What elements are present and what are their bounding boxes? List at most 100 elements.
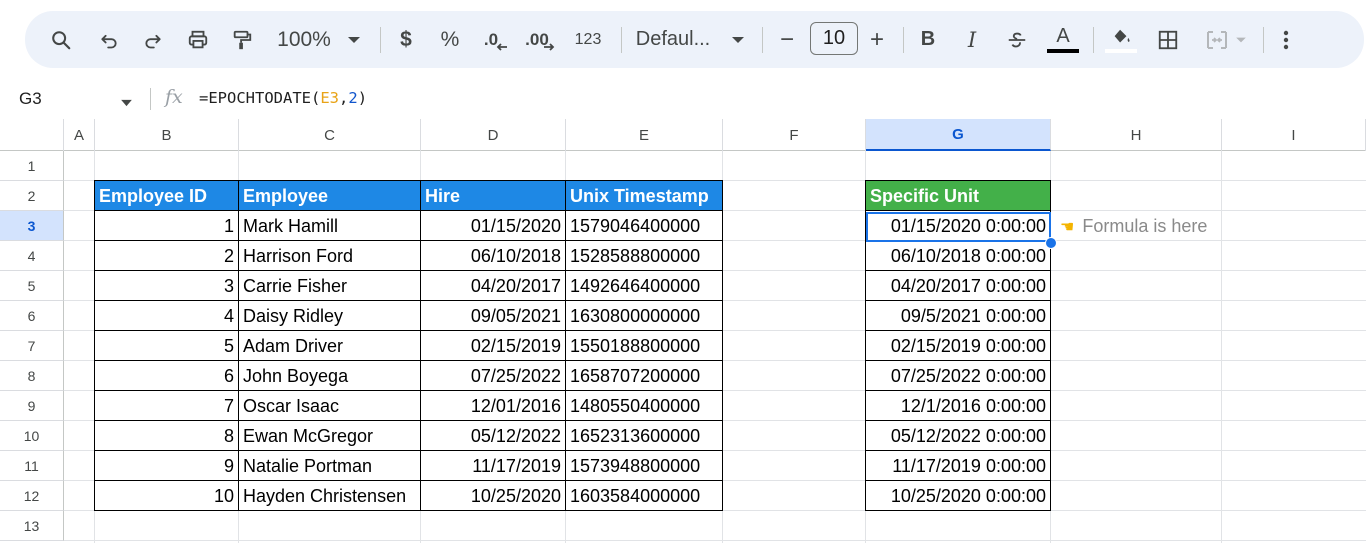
print-icon[interactable] [184, 11, 212, 68]
row-header-9[interactable]: 9 [0, 391, 64, 421]
name-box[interactable]: G3 [19, 89, 42, 109]
table-cell[interactable]: 1492646400000 [566, 271, 723, 301]
chevron-down-icon[interactable] [343, 11, 365, 68]
table-cell[interactable]: Ewan McGregor [239, 421, 421, 451]
table-cell[interactable]: 1550188800000 [566, 331, 723, 361]
table-cell[interactable]: 1480550400000 [566, 391, 723, 421]
row-header-4[interactable]: 4 [0, 241, 64, 271]
table-cell[interactable]: 7 [95, 391, 239, 421]
table-cell[interactable]: 05/12/2022 [421, 421, 566, 451]
undo-icon[interactable] [96, 11, 122, 68]
table-cell[interactable]: 1573948800000 [566, 451, 723, 481]
result-header-cell[interactable]: Specific Unit [866, 181, 1051, 211]
percent-format-button[interactable]: % [437, 11, 463, 68]
table-header-cell[interactable]: Employee [239, 181, 421, 211]
column-header-a[interactable]: A [64, 119, 95, 151]
table-header-cell[interactable]: Employee ID [95, 181, 239, 211]
increase-font-size-button[interactable]: + [864, 11, 890, 68]
table-cell[interactable]: 10 [95, 481, 239, 511]
more-formats-button[interactable]: 123 [570, 11, 606, 68]
row-header-5[interactable]: 5 [0, 271, 64, 301]
increase-decimal-button[interactable]: .00 [522, 11, 558, 68]
result-cell[interactable]: 01/15/2020 0:00:00 [866, 211, 1051, 241]
table-cell[interactable]: Harrison Ford [239, 241, 421, 271]
table-cell[interactable]: Mark Hamill [239, 211, 421, 241]
table-cell[interactable]: Hayden Christensen [239, 481, 421, 511]
fill-color-icon[interactable] [1105, 11, 1137, 68]
result-cell[interactable]: 05/12/2022 0:00:00 [866, 421, 1051, 451]
row-header-3[interactable]: 3 [0, 211, 64, 241]
row-header-13[interactable]: 13 [0, 511, 64, 541]
table-cell[interactable]: 09/05/2021 [421, 301, 566, 331]
font-chevron-down-icon[interactable] [727, 11, 749, 68]
table-cell[interactable]: 2 [95, 241, 239, 271]
row-header-7[interactable]: 7 [0, 331, 64, 361]
merge-cells-icon[interactable] [1201, 11, 1251, 68]
result-cell[interactable]: 02/15/2019 0:00:00 [866, 331, 1051, 361]
table-cell[interactable]: 1579046400000 [566, 211, 723, 241]
table-cell[interactable]: 5 [95, 331, 239, 361]
table-cell[interactable]: 4 [95, 301, 239, 331]
redo-icon[interactable] [140, 11, 166, 68]
row-header-6[interactable]: 6 [0, 301, 64, 331]
table-cell[interactable]: 1 [95, 211, 239, 241]
text-color-button[interactable]: A [1046, 11, 1080, 68]
table-cell[interactable]: 1528588800000 [566, 241, 723, 271]
table-cell[interactable]: 10/25/2020 [421, 481, 566, 511]
decrease-font-size-button[interactable]: − [774, 11, 800, 68]
column-header-c[interactable]: C [239, 119, 421, 151]
select-all-corner[interactable] [0, 119, 64, 151]
table-cell[interactable]: 1630800000000 [566, 301, 723, 331]
table-cell[interactable]: 6 [95, 361, 239, 391]
result-cell[interactable]: 12/1/2016 0:00:00 [866, 391, 1051, 421]
zoom-select[interactable]: 100% [273, 11, 335, 68]
table-header-cell[interactable]: Unix Timestamp [566, 181, 723, 211]
table-cell[interactable]: 11/17/2019 [421, 451, 566, 481]
column-header-f[interactable]: F [723, 119, 866, 151]
table-cell[interactable]: 3 [95, 271, 239, 301]
row-header-12[interactable]: 12 [0, 481, 64, 511]
result-cell[interactable]: 09/5/2021 0:00:00 [866, 301, 1051, 331]
row-header-8[interactable]: 8 [0, 361, 64, 391]
table-cell[interactable]: Carrie Fisher [239, 271, 421, 301]
column-header-g[interactable]: G [866, 119, 1051, 151]
name-box-chevron-icon[interactable] [120, 94, 133, 112]
font-size-input[interactable]: 10 [810, 22, 858, 55]
table-cell[interactable]: 1603584000000 [566, 481, 723, 511]
column-header-i[interactable]: I [1222, 119, 1366, 151]
decrease-decimal-button[interactable]: .0 [481, 11, 511, 68]
table-cell[interactable]: 01/15/2020 [421, 211, 566, 241]
paint-format-icon[interactable] [228, 11, 256, 68]
table-cell[interactable]: 02/15/2019 [421, 331, 566, 361]
table-cell[interactable]: Adam Driver [239, 331, 421, 361]
table-cell[interactable]: 1652313600000 [566, 421, 723, 451]
row-header-11[interactable]: 11 [0, 451, 64, 481]
column-header-h[interactable]: H [1051, 119, 1222, 151]
font-family-select[interactable]: Defaul... [632, 11, 714, 68]
column-header-e[interactable]: E [566, 119, 723, 151]
fill-handle[interactable] [1045, 237, 1057, 249]
italic-button[interactable]: I [959, 11, 985, 68]
more-vert-icon[interactable] [1275, 11, 1297, 68]
strikethrough-icon[interactable] [1003, 11, 1031, 68]
result-cell[interactable]: 06/10/2018 0:00:00 [866, 241, 1051, 271]
row-header-1[interactable]: 1 [0, 151, 64, 181]
currency-format-button[interactable]: $ [393, 11, 419, 68]
borders-icon[interactable] [1154, 11, 1182, 68]
table-cell[interactable]: Natalie Portman [239, 451, 421, 481]
table-cell[interactable]: 12/01/2016 [421, 391, 566, 421]
result-cell[interactable]: 11/17/2019 0:00:00 [866, 451, 1051, 481]
spreadsheet-grid[interactable]: ABCDEFGHI 1 2 3 4 5 6 7 8 9 10 11 12 13 Employee ID Em… [0, 119, 1366, 543]
result-cell[interactable]: 07/25/2022 0:00:00 [866, 361, 1051, 391]
table-cell[interactable]: 06/10/2018 [421, 241, 566, 271]
table-cell[interactable]: 1658707200000 [566, 361, 723, 391]
table-cell[interactable]: 8 [95, 421, 239, 451]
table-cell[interactable]: 07/25/2022 [421, 361, 566, 391]
row-header-2[interactable]: 2 [0, 181, 64, 211]
search-icon[interactable] [47, 11, 75, 68]
result-cell[interactable]: 10/25/2020 0:00:00 [866, 481, 1051, 511]
table-cell[interactable]: 04/20/2017 [421, 271, 566, 301]
result-cell[interactable]: 04/20/2017 0:00:00 [866, 271, 1051, 301]
table-cell[interactable]: Oscar Isaac [239, 391, 421, 421]
formula-input[interactable]: =EPOCHTODATE(E3,2) [199, 89, 367, 107]
